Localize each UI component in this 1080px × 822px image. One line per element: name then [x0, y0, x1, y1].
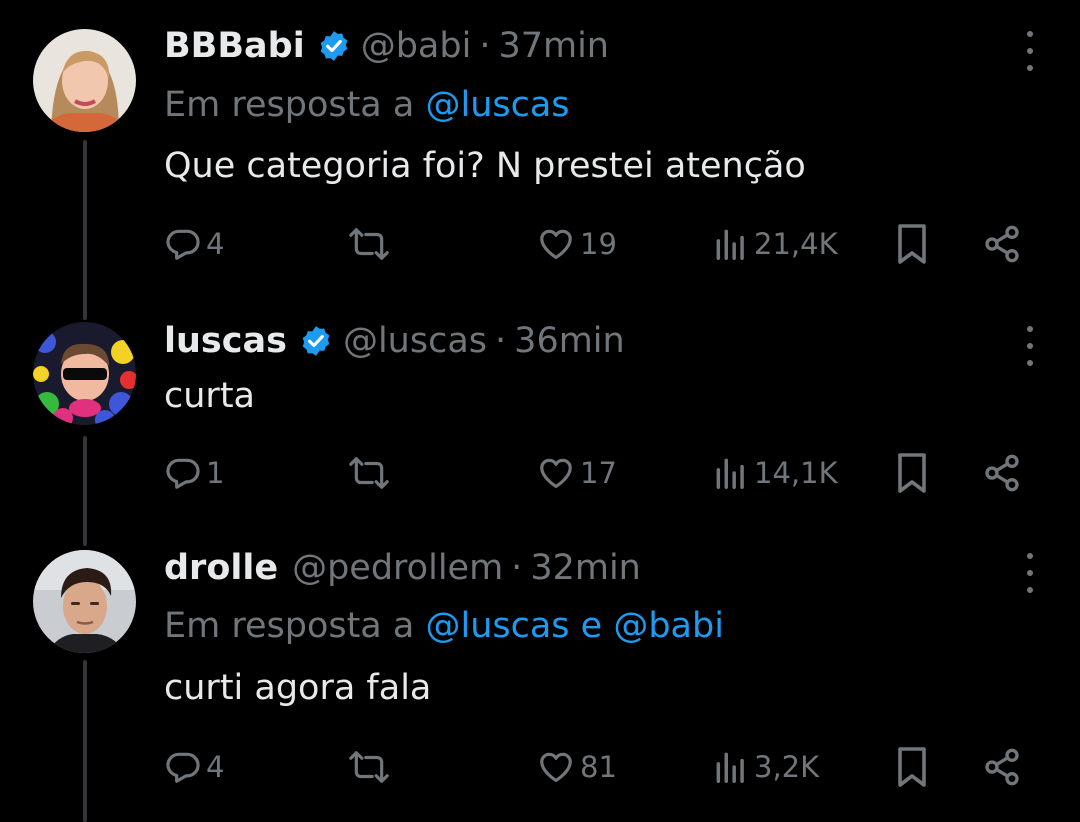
verified-badge-icon [299, 324, 333, 358]
like-button[interactable]: 19 [536, 222, 617, 266]
bookmark-icon [898, 224, 926, 264]
reply-icon [166, 458, 200, 489]
share-button[interactable] [982, 222, 1022, 266]
share-button[interactable] [982, 745, 1022, 789]
reply-count: 4 [206, 227, 225, 261]
share-icon [985, 748, 1019, 786]
reply-to-mention[interactable]: @luscas e @babi [425, 606, 723, 646]
avatar[interactable] [33, 322, 136, 425]
reply-to-prefix: Em resposta a [164, 606, 426, 646]
bookmark-icon [898, 453, 926, 493]
views-icon [716, 458, 744, 489]
like-icon [540, 229, 572, 260]
timestamp[interactable]: 37min [498, 25, 609, 67]
views-icon [716, 229, 744, 260]
retweet-button[interactable] [348, 745, 390, 789]
bookmark-icon [898, 747, 926, 787]
views-button[interactable]: 21,4K [712, 222, 838, 266]
like-button[interactable]: 17 [536, 451, 617, 495]
reply-to-mention[interactable]: @luscas [425, 85, 569, 125]
reply-count: 4 [206, 750, 225, 784]
display-name[interactable]: drolle [164, 547, 278, 589]
retweet-button[interactable] [348, 222, 390, 266]
handle[interactable]: @babi [361, 25, 472, 67]
like-icon [540, 752, 572, 783]
timestamp[interactable]: 32min [530, 547, 641, 589]
retweet-icon [349, 228, 389, 260]
reply-to-line: Em resposta a @luscas [164, 84, 570, 126]
timestamp[interactable]: 36min [514, 320, 625, 362]
share-icon [985, 454, 1019, 492]
more-icon[interactable] [1020, 326, 1040, 366]
share-button[interactable] [982, 451, 1022, 495]
retweet-icon [349, 751, 389, 783]
views-icon [716, 752, 744, 783]
handle[interactable]: @pedrollem [292, 547, 503, 589]
separator-dot: · [495, 321, 507, 361]
action-bar: 4 19 21,4K [164, 222, 1044, 266]
tweet-header: BBBabi @babi · 37min [164, 25, 609, 67]
retweet-icon [349, 457, 389, 489]
tweet-text: Que categoria foi? N prestei atenção [164, 146, 806, 186]
views-count: 3,2K [754, 750, 820, 784]
views-button[interactable]: 14,1K [712, 451, 838, 495]
separator-dot: · [479, 26, 491, 66]
avatar[interactable] [33, 550, 136, 653]
handle[interactable]: @luscas [343, 320, 487, 362]
tweet-text: curti agora fala [164, 668, 432, 708]
like-count: 19 [580, 227, 617, 261]
retweet-button[interactable] [348, 451, 390, 495]
reply-to-line: Em resposta a @luscas e @babi [164, 605, 724, 647]
bookmark-button[interactable] [894, 745, 930, 789]
tweet-3[interactable]: drolle @pedrollem · 32min Em resposta a … [0, 530, 1080, 822]
more-icon[interactable] [1020, 553, 1040, 593]
tweet-header: luscas @luscas · 36min [164, 320, 625, 362]
like-icon [540, 458, 572, 489]
views-button[interactable]: 3,2K [712, 745, 819, 789]
separator-dot: · [511, 548, 523, 588]
share-icon [985, 225, 1019, 263]
reply-icon [166, 229, 200, 260]
reply-icon [166, 752, 200, 783]
display-name[interactable]: luscas [164, 320, 287, 362]
views-count: 21,4K [754, 227, 838, 261]
tweet-1[interactable]: BBBabi @babi · 37min Em resposta a @lusc… [0, 0, 1080, 300]
tweet-text: curta [164, 376, 255, 416]
reply-to-prefix: Em resposta a [164, 85, 426, 125]
bookmark-button[interactable] [894, 451, 930, 495]
avatar[interactable] [33, 29, 136, 132]
tweet-header: drolle @pedrollem · 32min [164, 547, 641, 589]
verified-badge-icon [317, 29, 351, 63]
display-name[interactable]: BBBabi [164, 25, 305, 67]
like-count: 17 [580, 456, 617, 490]
reply-count: 1 [206, 456, 225, 490]
views-count: 14,1K [754, 456, 838, 490]
more-icon[interactable] [1020, 31, 1040, 71]
reply-button[interactable]: 4 [164, 745, 224, 789]
tweet-2[interactable]: luscas @luscas · 36min curta 1 17 14,1K [0, 300, 1080, 530]
action-bar: 1 17 14,1K [164, 451, 1044, 495]
reply-button[interactable]: 1 [164, 451, 224, 495]
reply-button[interactable]: 4 [164, 222, 224, 266]
bookmark-button[interactable] [894, 222, 930, 266]
like-count: 81 [580, 750, 617, 784]
like-button[interactable]: 81 [536, 745, 617, 789]
action-bar: 4 81 3,2K [164, 745, 1044, 789]
